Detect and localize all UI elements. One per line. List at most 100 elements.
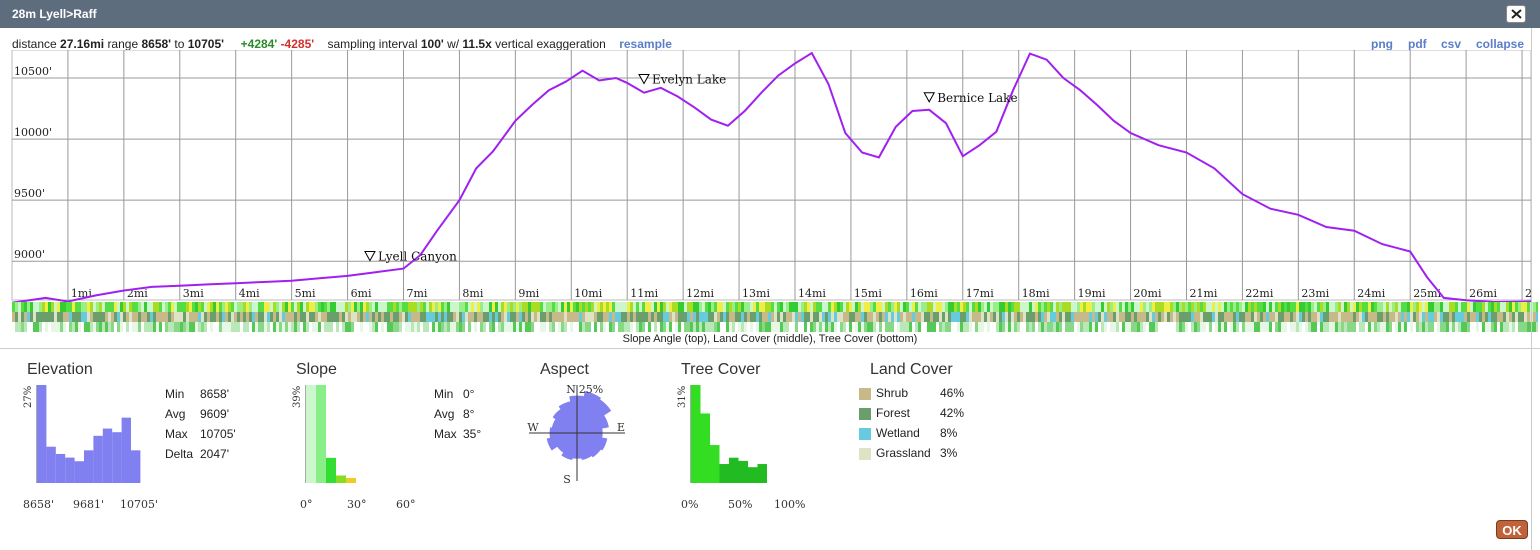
landcover-strip-cell [849, 312, 852, 322]
treecover-strip-cell [1536, 322, 1538, 332]
treecover-strip-cell [954, 322, 957, 332]
slope-strip-cell [1110, 302, 1113, 312]
landcover-strip-cell [999, 312, 1002, 322]
treecover-strip-cell [234, 322, 237, 332]
elevation-profile-chart[interactable]: 1mi 2mi 3mi 4mi 5mi 6mi 7mi 8mi 9mi 10mi 11mi 12mi 1… [0, 50, 1540, 302]
slope-title: Slope [296, 361, 337, 378]
treecover-strip-cell [1395, 322, 1398, 332]
treecover-strip-cell [1242, 322, 1245, 332]
treecover-strip-cell [735, 322, 738, 332]
histogram-bar [93, 435, 103, 483]
slope-strip-cell [369, 302, 372, 312]
landcover-strip-cell [12, 312, 15, 322]
treecover-strip-cell [441, 322, 444, 332]
landcover-strip-cell [1434, 312, 1437, 322]
treecover-strip-cell [54, 322, 57, 332]
treecover-strip-cell [1386, 322, 1389, 332]
treecover-strip-cell [1485, 322, 1488, 332]
landcover-strip-cell [1041, 312, 1044, 322]
landcover-strip-cell [471, 312, 474, 322]
slope-strip-cell [126, 302, 129, 312]
slope-strip-cell [1461, 302, 1464, 312]
treecover-strip-cell [102, 322, 105, 332]
treecover-strip-cell [1005, 322, 1008, 332]
slope-strip-cell [48, 302, 51, 312]
slope-strip-cell [996, 302, 999, 312]
ok-button[interactable]: OK [1496, 520, 1528, 539]
landcover-strip-cell [357, 312, 360, 322]
slope-strip-cell [849, 302, 852, 312]
treecover-strip-cell [1344, 322, 1347, 332]
png-link[interactable]: png [1371, 37, 1393, 51]
treecover-strip-cell [87, 322, 90, 332]
treecover-strip-cell [201, 322, 204, 332]
treecover-strip-cell [108, 322, 111, 332]
slope-strip-cell [1437, 302, 1440, 312]
landcover-strip-cell [1452, 312, 1455, 322]
slope-strip-cell [1101, 302, 1104, 312]
landcover-strip-cell [1272, 312, 1275, 322]
landcover-strip-cell [381, 312, 384, 322]
slope-strip-cell [1245, 302, 1248, 312]
slope-strip-cell [630, 302, 633, 312]
treecover-strip-cell [690, 322, 693, 332]
pdf-link[interactable]: pdf [1408, 37, 1427, 51]
window-edge [1531, 28, 1532, 550]
treecover-strip-cell [768, 322, 771, 332]
landcover-strip-cell [618, 312, 621, 322]
close-button[interactable] [1506, 5, 1526, 23]
landcover-strip-cell [939, 312, 942, 322]
landcover-strip-cell [1137, 312, 1140, 322]
slope-strip-cell [1497, 302, 1500, 312]
treecover-strip-cell [1329, 322, 1332, 332]
landcover-strip-cell [177, 312, 180, 322]
slope-strip-cell [270, 302, 273, 312]
slope-strip-cell [441, 302, 444, 312]
exaggeration-label: vertical exaggeration [495, 37, 606, 51]
collapse-link[interactable]: collapse [1476, 37, 1524, 51]
slope-strip-cell [1170, 302, 1173, 312]
treecover-strip-cell [1218, 322, 1221, 332]
histogram-bar [757, 464, 767, 483]
landcover-strip-cell [987, 312, 990, 322]
landcover-strip-cell [393, 312, 396, 322]
treecover-strip-cell [1260, 322, 1263, 332]
slope-strip-cell [1077, 302, 1080, 312]
treecover-strip-cell [60, 322, 63, 332]
slope-strip-cell [1191, 302, 1194, 312]
landcover-strip-cell [1509, 312, 1512, 322]
landcover-strip-cell [1266, 312, 1269, 322]
landcover-strip-cell [117, 312, 120, 322]
treecover-strip-cell [864, 322, 867, 332]
landcover-strip-cell [324, 312, 327, 322]
treecover-strip-cell [279, 322, 282, 332]
treecover-strip-cell [1356, 322, 1359, 332]
treecover-strip-cell [633, 322, 636, 332]
slope-strip-cell [723, 302, 726, 312]
slope-strip-cell [1023, 302, 1026, 312]
slope-strip-cell [561, 302, 564, 312]
landcover-strip-cell [1380, 312, 1383, 322]
csv-link[interactable]: csv [1441, 37, 1461, 51]
treecover-strip-cell [1098, 322, 1101, 332]
slope-strip-cell [474, 302, 477, 312]
range-label: range [107, 37, 139, 51]
treecover-strip-cell [450, 322, 453, 332]
treecover-strip-cell [1179, 322, 1182, 332]
resample-link[interactable]: resample [619, 37, 672, 51]
treecover-strip-cell [1053, 322, 1056, 332]
slope-strip-cell [393, 302, 396, 312]
aspect-petals [546, 391, 612, 460]
slope-strip-cell [1371, 302, 1374, 312]
landcover-strip-cell [108, 312, 111, 322]
landcover-strip-cell [1014, 312, 1017, 322]
landcover-strip-cell [858, 312, 861, 322]
treecover-strip-cell [618, 322, 621, 332]
landcover-strip-cell [627, 312, 630, 322]
treecover-strip-cell [99, 322, 102, 332]
landcover-strip-cell [18, 312, 21, 322]
treecover-strip-cell [1227, 322, 1230, 332]
landcover-strip-cell [90, 312, 93, 322]
elevation-axis-min: 8658' [23, 498, 55, 511]
treecover-strip-cell [1326, 322, 1329, 332]
